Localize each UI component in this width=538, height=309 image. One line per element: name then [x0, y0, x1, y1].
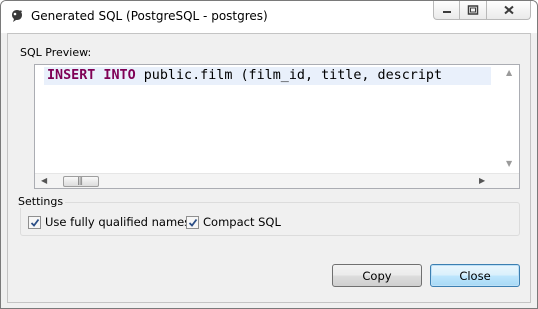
vertical-scrollbar[interactable]: ▲ ▼ — [502, 65, 519, 173]
horizontal-scrollbar[interactable]: ◀ ||| ▶ — [35, 173, 519, 188]
settings-legend: Settings — [16, 195, 66, 208]
sql-preview-label: SQL Preview: — [20, 46, 92, 59]
grip-icon: ||| — [77, 176, 83, 185]
sql-statement-text: public.film (film_id, title, descript — [135, 68, 443, 83]
checkbox-box[interactable] — [186, 215, 199, 229]
window-title: Generated SQL (PostgreSQL - postgres) — [31, 9, 268, 23]
copy-button[interactable]: Copy — [332, 264, 422, 287]
minimize-button[interactable] — [433, 1, 460, 20]
generated-sql-dialog: Generated SQL (PostgreSQL - postgres) SQ… — [0, 0, 538, 309]
scroll-up-icon[interactable]: ▲ — [506, 68, 512, 77]
minimize-icon — [442, 11, 451, 13]
scroll-right-icon[interactable]: ▶ — [479, 176, 485, 185]
close-icon — [503, 5, 514, 15]
sql-code-line[interactable]: INSERT INTO public.film (film_id, title,… — [47, 67, 491, 85]
dialog-body: SQL Preview: INSERT INTO public.film (fi… — [7, 33, 531, 303]
editor-gutter — [35, 65, 44, 173]
scroll-left-icon[interactable]: ◀ — [41, 176, 47, 185]
sql-keyword: INSERT INTO — [47, 68, 136, 83]
compact-sql-checkbox[interactable]: Compact SQL — [186, 215, 281, 229]
database-app-icon — [12, 10, 22, 22]
restore-button[interactable] — [460, 1, 487, 20]
checkbox-label: Use fully qualified names — [45, 215, 191, 229]
close-window-button[interactable] — [487, 1, 531, 20]
scroll-down-icon[interactable]: ▼ — [506, 159, 512, 168]
checkmark-icon — [188, 218, 198, 227]
close-button[interactable]: Close — [430, 264, 520, 287]
horizontal-scroll-thumb[interactable]: ||| — [63, 176, 99, 187]
checkbox-box[interactable] — [28, 215, 41, 229]
checkmark-icon — [30, 218, 40, 227]
sql-preview-editor[interactable]: INSERT INTO public.film (film_id, title,… — [34, 64, 520, 189]
window-controls — [433, 1, 531, 21]
fully-qualified-names-checkbox[interactable]: Use fully qualified names — [28, 215, 190, 229]
title-bar[interactable]: Generated SQL (PostgreSQL - postgres) — [1, 1, 537, 33]
checkbox-label: Compact SQL — [203, 215, 281, 229]
restore-icon — [467, 5, 479, 15]
